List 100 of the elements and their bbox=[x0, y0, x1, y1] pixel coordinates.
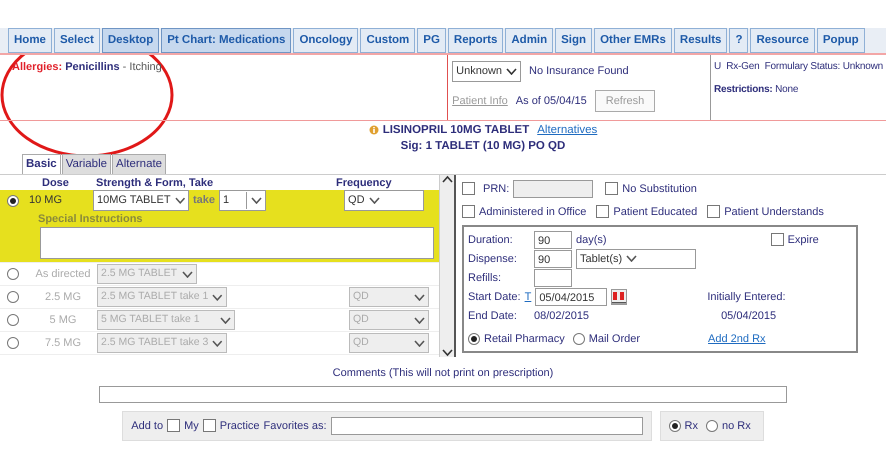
checkbox-label: Expire bbox=[788, 232, 819, 248]
calendar-icon[interactable] bbox=[611, 288, 628, 305]
sub-tab[interactable]: Variable bbox=[62, 154, 112, 174]
sub-tab[interactable]: Alternate bbox=[112, 154, 166, 174]
drug-name: LISINOPRIL 10MG TABLET bbox=[382, 123, 530, 138]
dose-text: 7.5 MG bbox=[44, 336, 82, 351]
initially-entered-label: Initially Entered: bbox=[707, 290, 786, 304]
radio-button[interactable] bbox=[7, 337, 19, 350]
refills-label: Refills: bbox=[468, 270, 502, 286]
nav-tab[interactable]: Oncology bbox=[293, 28, 358, 54]
radio-label: Rx bbox=[684, 418, 698, 434]
add-rx-link[interactable]: Add 2nd Rx bbox=[708, 330, 766, 347]
prn-label: PRN: bbox=[483, 182, 510, 196]
info-icon bbox=[368, 125, 379, 136]
radio-button[interactable] bbox=[468, 332, 480, 345]
input-field[interactable]: 90 bbox=[534, 230, 572, 249]
favorites-name-field[interactable] bbox=[330, 416, 642, 435]
duration-label: Duration: bbox=[468, 232, 514, 248]
insurance-select[interactable]: Unknown bbox=[452, 61, 521, 82]
frequency-select[interactable]: QD bbox=[344, 190, 424, 211]
caret-icon bbox=[182, 270, 193, 278]
radio-button[interactable] bbox=[7, 268, 19, 280]
today-link[interactable]: T bbox=[524, 288, 532, 305]
checkbox[interactable] bbox=[770, 233, 784, 246]
special-instructions-field[interactable] bbox=[40, 227, 434, 260]
nav-tab[interactable]: Other EMRs bbox=[594, 28, 672, 54]
dispense-label: Dispense: bbox=[468, 252, 518, 266]
nav-tab[interactable]: ? bbox=[729, 28, 748, 54]
checkbox-label: No Substitution bbox=[622, 182, 697, 196]
caret-icon bbox=[174, 197, 185, 204]
prn-field[interactable] bbox=[513, 180, 594, 198]
nav-tab[interactable]: Select bbox=[54, 28, 100, 54]
caret-icon bbox=[212, 294, 223, 301]
nav-tab[interactable]: Reports bbox=[448, 28, 504, 54]
caret-icon bbox=[220, 316, 231, 324]
insurance-status: No Insurance Found bbox=[529, 64, 629, 80]
strength-select[interactable]: 10MG TABLET bbox=[93, 190, 189, 211]
scroll-up-icon[interactable] bbox=[442, 175, 452, 184]
radio-label: Mail Order bbox=[588, 332, 640, 346]
nav-tab[interactable]: PG bbox=[417, 28, 446, 54]
radio-button[interactable] bbox=[706, 420, 718, 432]
input-field[interactable]: 05/04/2015 bbox=[535, 288, 608, 306]
alternatives-link[interactable]: Alternatives bbox=[537, 123, 598, 138]
checkbox[interactable] bbox=[596, 205, 610, 218]
comments-field[interactable] bbox=[99, 386, 787, 403]
input-field[interactable]: 90 bbox=[534, 250, 572, 268]
radio-button[interactable] bbox=[668, 420, 680, 432]
checkbox-label: My bbox=[184, 418, 199, 434]
unit-select[interactable]: Tablet(s) bbox=[576, 248, 696, 269]
comments-label: Comments (This will not print on prescription) bbox=[332, 366, 554, 382]
caret-icon bbox=[212, 340, 223, 347]
initially-entered-date: 05/04/2015 bbox=[721, 308, 776, 324]
radio-button[interactable] bbox=[7, 291, 19, 304]
nav-tab[interactable]: Results bbox=[674, 28, 728, 54]
end-date-label: End Date: bbox=[468, 308, 518, 324]
dose-text: 5 MG bbox=[48, 313, 78, 328]
start-date-label: Start Date: bbox=[468, 290, 521, 304]
add-to-label: Add to bbox=[131, 418, 164, 434]
caret-icon bbox=[626, 255, 638, 262]
checkbox-label: Patient Educated bbox=[613, 204, 698, 220]
dose-text: 2.5 MG bbox=[44, 290, 82, 305]
radio-button[interactable] bbox=[7, 194, 19, 206]
radio-label: no Rx bbox=[722, 418, 751, 434]
formulary-status: U Rx-Gen Formulary Status: Unknown bbox=[714, 60, 883, 74]
sub-tab[interactable]: Basic bbox=[22, 154, 61, 174]
radio-button[interactable] bbox=[572, 332, 585, 345]
nav-tab[interactable]: Home bbox=[8, 28, 52, 54]
nav-tab[interactable]: Admin bbox=[505, 28, 554, 54]
checkbox[interactable] bbox=[167, 419, 180, 432]
checkbox[interactable] bbox=[707, 205, 720, 218]
column-header: Dose bbox=[42, 176, 70, 190]
caret-icon bbox=[414, 294, 425, 301]
take-select[interactable]: 1 bbox=[219, 190, 266, 211]
dose-text: As directed bbox=[34, 267, 92, 282]
checkbox[interactable] bbox=[462, 205, 475, 218]
as-of-date: As of 05/04/15 bbox=[516, 94, 587, 109]
checkbox-label: Practice bbox=[220, 418, 260, 434]
nav-tab[interactable]: Popup bbox=[816, 28, 865, 54]
radio-label: Retail Pharmacy bbox=[484, 332, 565, 346]
sig-text: Sig: 1 TABLET (10 MG) PO QD bbox=[400, 139, 566, 154]
nav-tab[interactable]: Desktop bbox=[102, 28, 160, 54]
nav-tab[interactable]: Sign bbox=[555, 28, 592, 54]
nav-tab[interactable]: Pt Chart: Medications bbox=[161, 28, 292, 54]
nav-tab[interactable]: Resource bbox=[750, 28, 815, 54]
checkbox[interactable] bbox=[462, 182, 475, 196]
nav-tab[interactable]: Custom bbox=[360, 28, 416, 54]
checkbox-label: Administered in Office bbox=[479, 204, 586, 220]
patient-info-link[interactable]: Patient Info bbox=[452, 92, 508, 110]
restrictions-text: Restrictions: None bbox=[714, 83, 800, 98]
caret-icon bbox=[368, 197, 380, 204]
checkbox[interactable] bbox=[605, 182, 618, 196]
input-field[interactable] bbox=[534, 268, 572, 287]
caret-icon bbox=[414, 340, 425, 347]
column-header: Frequency bbox=[336, 176, 393, 190]
scroll-down-icon[interactable] bbox=[442, 349, 452, 358]
column-header: Strength & Form, Take bbox=[96, 176, 214, 190]
checkbox[interactable] bbox=[202, 419, 216, 432]
take-label: take bbox=[193, 193, 216, 208]
scrollbar[interactable] bbox=[439, 175, 454, 358]
radio-button[interactable] bbox=[7, 314, 19, 326]
